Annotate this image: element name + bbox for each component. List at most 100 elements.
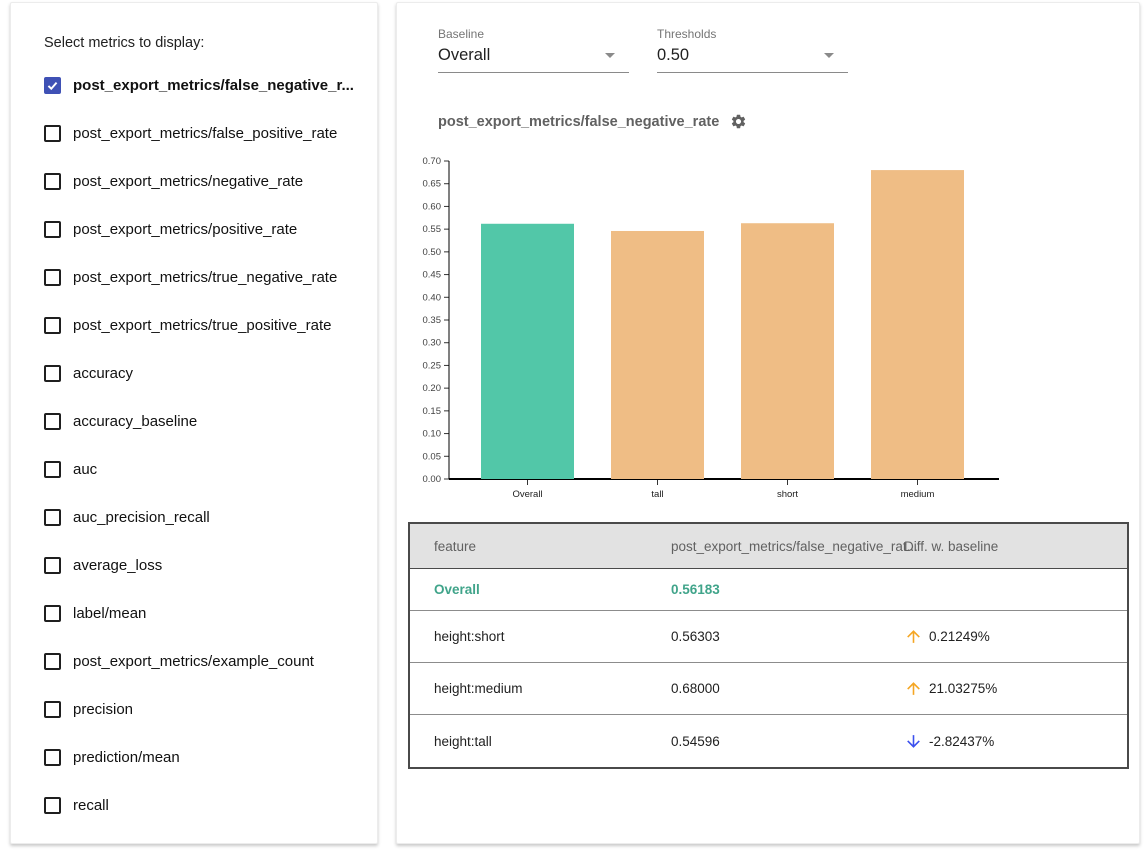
svg-text:0.60: 0.60 [423,201,442,212]
svg-text:0.55: 0.55 [423,224,442,235]
metric-label: post_export_metrics/negative_rate [73,173,303,190]
metric-selector-panel: Select metrics to display: post_export_m… [10,2,378,844]
metrics-table: feature post_export_metrics/false_negati… [408,522,1129,769]
table-header-row: feature post_export_metrics/false_negati… [410,524,1127,569]
metric-item-prediction-mean[interactable]: prediction/mean [11,733,377,781]
baseline-select[interactable]: Baseline Overall [438,27,629,73]
checkbox-icon[interactable] [44,509,61,526]
chevron-down-icon [605,53,615,58]
checkbox-icon[interactable] [44,653,61,670]
checkbox-icon[interactable] [44,365,61,382]
svg-text:short: short [777,489,798,500]
diff-cell: -2.82437% [904,732,1127,751]
diff-cell: 21.03275% [904,679,1127,698]
baseline-value: Overall [438,46,490,65]
metric-item-auc-precision-recall[interactable]: auc_precision_recall [11,493,377,541]
gear-icon[interactable] [730,113,747,130]
svg-text:0.40: 0.40 [423,292,442,303]
checkbox-icon[interactable] [44,269,61,286]
metric-item-false-negative-rate[interactable]: post_export_metrics/false_negative_r... [11,61,377,109]
checkbox-icon[interactable] [44,221,61,238]
table-row-height-medium: height:medium 0.68000 21.03275% [410,663,1127,715]
metric-item-false-positive-rate[interactable]: post_export_metrics/false_positive_rate [11,109,377,157]
metric-label: post_export_metrics/false_positive_rate [73,125,337,142]
metric-item-accuracy-baseline[interactable]: accuracy_baseline [11,397,377,445]
metric-list: post_export_metrics/false_negative_r... … [11,61,377,829]
metric-item-auc[interactable]: auc [11,445,377,493]
checkbox-icon[interactable] [44,605,61,622]
metric-label: precision [73,701,133,718]
svg-text:0.25: 0.25 [423,360,442,371]
svg-text:0.65: 0.65 [423,179,442,190]
metric-item-average-loss[interactable]: average_loss [11,541,377,589]
arrow-up-icon [904,627,923,646]
metric-item-positive-rate[interactable]: post_export_metrics/positive_rate [11,205,377,253]
metric-label: post_export_metrics/false_negative_r... [73,77,354,94]
metric-item-accuracy[interactable]: accuracy [11,349,377,397]
diff-value: -2.82437% [929,734,994,749]
column-header-metric: post_export_metrics/false_negative_rat..… [671,539,904,554]
svg-text:0.05: 0.05 [423,451,442,462]
checkbox-icon[interactable] [44,749,61,766]
value-cell: 0.56303 [671,629,904,644]
feature-cell: height:tall [434,734,671,749]
metric-label: post_export_metrics/true_negative_rate [73,269,337,286]
chevron-down-icon [824,53,834,58]
svg-text:0.35: 0.35 [423,315,442,326]
metric-label: prediction/mean [73,749,180,766]
metric-label: average_loss [73,557,162,574]
feature-cell: height:medium [434,681,671,696]
chart-title: post_export_metrics/false_negative_rate [438,114,719,130]
metric-item-recall[interactable]: recall [11,781,377,829]
svg-text:0.50: 0.50 [423,247,442,258]
column-header-diff: Diff. w. baseline [904,539,1127,554]
metric-label: post_export_metrics/true_positive_rate [73,317,331,334]
svg-text:0.10: 0.10 [423,429,442,440]
metric-label: label/mean [73,605,146,622]
metric-item-label-mean[interactable]: label/mean [11,589,377,637]
checkbox-icon[interactable] [44,125,61,142]
svg-text:tall: tall [651,489,663,500]
svg-text:0.70: 0.70 [423,156,442,167]
metric-label: auc_precision_recall [73,509,210,526]
metric-label: auc [73,461,97,478]
value-cell: 0.68000 [671,681,904,696]
metric-selector-title: Select metrics to display: [11,3,377,51]
metric-item-true-negative-rate[interactable]: post_export_metrics/true_negative_rate [11,253,377,301]
thresholds-select[interactable]: Thresholds 0.50 [657,27,848,73]
bar-chart[interactable]: 0.000.050.100.150.200.250.300.350.400.45… [397,148,1141,518]
diff-value: 21.03275% [929,681,997,696]
metric-label: recall [73,797,109,814]
svg-text:0.15: 0.15 [423,406,442,417]
metric-item-true-positive-rate[interactable]: post_export_metrics/true_positive_rate [11,301,377,349]
table-row-overall: Overall 0.56183 [410,569,1127,611]
checkbox-icon[interactable] [44,413,61,430]
svg-text:0.45: 0.45 [423,270,442,281]
checkbox-icon[interactable] [44,701,61,718]
feature-cell: Overall [434,582,671,597]
checkbox-icon[interactable] [44,317,61,334]
arrow-down-icon [904,732,923,751]
metric-item-example-count[interactable]: post_export_metrics/example_count [11,637,377,685]
metric-item-negative-rate[interactable]: post_export_metrics/negative_rate [11,157,377,205]
diff-value: 0.21249% [929,629,990,644]
checkbox-icon[interactable] [44,461,61,478]
checkbox-checked-icon[interactable] [44,77,61,94]
table-row-height-tall: height:tall 0.54596 -2.82437% [410,715,1127,767]
checkbox-icon[interactable] [44,797,61,814]
diff-cell: 0.21249% [904,627,1127,646]
metric-label: post_export_metrics/positive_rate [73,221,297,238]
thresholds-label: Thresholds [657,27,848,41]
svg-text:Overall: Overall [512,489,542,500]
checkbox-icon[interactable] [44,557,61,574]
metric-label: post_export_metrics/example_count [73,653,314,670]
svg-text:0.00: 0.00 [423,474,442,485]
svg-text:medium: medium [901,489,935,500]
baseline-label: Baseline [438,27,629,41]
metric-item-precision[interactable]: precision [11,685,377,733]
metric-label: accuracy [73,365,133,382]
metric-label: accuracy_baseline [73,413,197,430]
feature-cell: height:short [434,629,671,644]
checkbox-icon[interactable] [44,173,61,190]
chart-title-row: post_export_metrics/false_negative_rate [438,113,1139,130]
